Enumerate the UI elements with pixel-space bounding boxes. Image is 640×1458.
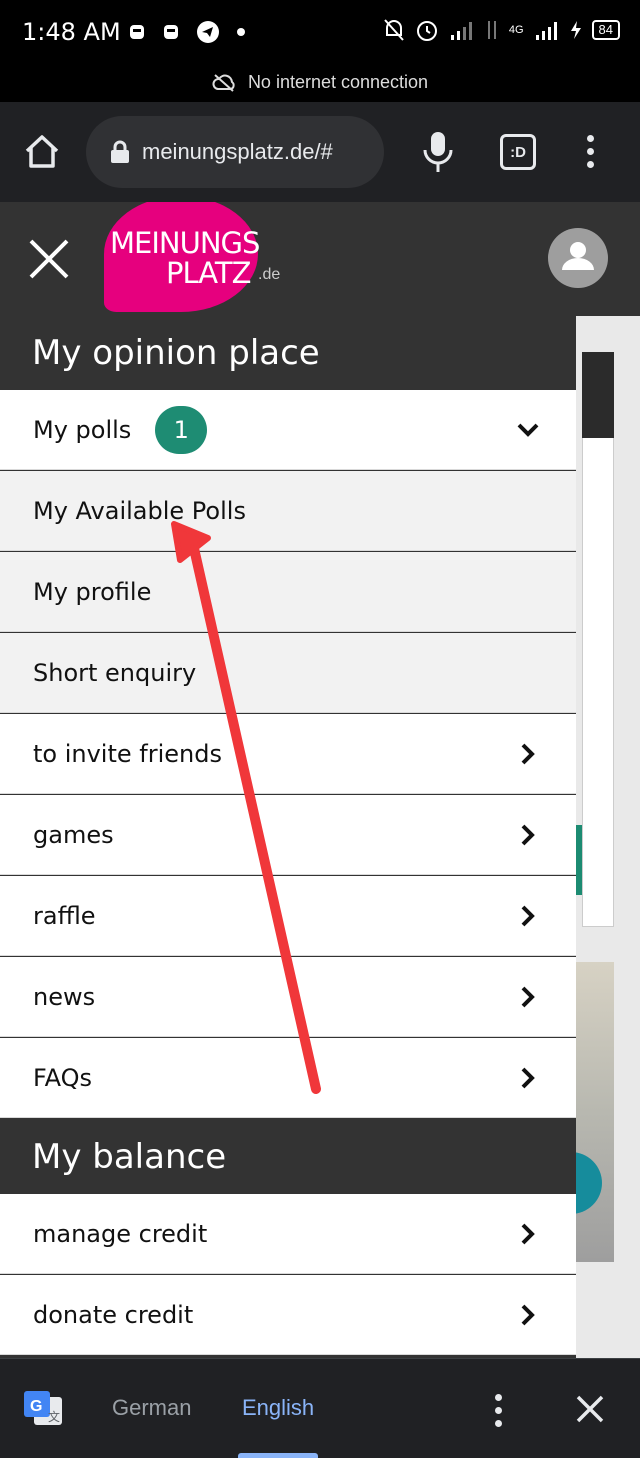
more-dot-icon: [586, 135, 594, 142]
home-icon[interactable]: [22, 132, 62, 172]
menu-item-manage-credit[interactable]: manage credit: [0, 1194, 576, 1274]
menu-item-faqs[interactable]: FAQs: [0, 1038, 576, 1118]
data-transfer-icon: [487, 21, 496, 39]
logo-suffix: .de: [258, 266, 281, 283]
translate-menu-button[interactable]: [488, 1391, 508, 1431]
menu-item-label: My profile: [33, 577, 152, 606]
menu-item-label: My polls: [33, 415, 132, 444]
menu-item-my-profile[interactable]: My profile: [0, 552, 576, 632]
meinungsplatz-logo[interactable]: MEINUNGS PLATZ .de: [104, 202, 280, 314]
menu-item-donate-credit[interactable]: donate credit: [0, 1275, 576, 1355]
menu-item-label: news: [33, 982, 96, 1011]
drawer-header: MEINUNGS PLATZ .de: [0, 202, 640, 316]
url-text: meinungsplatz.de/#: [142, 139, 333, 164]
menu-item-invite-friends[interactable]: to invite friends: [0, 714, 576, 794]
app-notification-icon: [130, 25, 144, 39]
more-dot-icon: [586, 148, 594, 155]
browser-menu-button[interactable]: [580, 132, 600, 172]
poll-count-badge: 1: [155, 405, 208, 454]
more-dot-icon: [494, 1394, 502, 1401]
system-icons: 4G 84: [383, 18, 620, 42]
browser-toolbar: meinungsplatz.de/# :D: [0, 102, 640, 202]
muted-bell-icon: [384, 19, 404, 41]
dot-icon: [237, 28, 245, 36]
menu-item-label: donate credit: [33, 1300, 194, 1329]
chevron-right-icon: [521, 1067, 535, 1089]
signal-icon: [450, 22, 472, 40]
microphone-icon[interactable]: [418, 130, 458, 174]
section-title-opinion-place: My opinion place: [0, 316, 576, 390]
connection-message: No internet connection: [247, 72, 429, 92]
svg-text:G: G: [30, 1398, 42, 1415]
menu-item-label: manage credit: [33, 1219, 208, 1248]
menu-item-my-polls[interactable]: My polls 1: [0, 390, 576, 470]
more-dot-icon: [494, 1420, 502, 1427]
chevron-right-icon: [521, 986, 535, 1008]
cloud-off-icon: [212, 73, 235, 92]
signal-icon: [535, 22, 557, 40]
logo-text-line1: MEINUNGS: [110, 226, 260, 260]
menu-item-label: Short enquiry: [33, 658, 197, 687]
translate-bar: G 文 German English: [0, 1358, 640, 1458]
tab-switcher-button[interactable]: :D: [500, 134, 536, 170]
active-language-indicator: [238, 1453, 318, 1458]
menu-item-raffle[interactable]: raffle: [0, 876, 576, 956]
address-bar[interactable]: meinungsplatz.de/#: [86, 116, 384, 188]
menu-item-label: to invite friends: [33, 739, 222, 768]
chevron-down-icon: [517, 423, 539, 437]
background-card: [582, 352, 614, 927]
background-image: [576, 962, 614, 1262]
chevron-right-icon: [521, 905, 535, 927]
menu-item-games[interactable]: games: [0, 795, 576, 875]
person-icon: [562, 242, 594, 270]
chevron-right-icon: [521, 824, 535, 846]
chevron-right-icon: [521, 743, 535, 765]
more-dot-icon: [494, 1407, 502, 1414]
lock-icon: [111, 140, 129, 163]
user-avatar-icon[interactable]: [548, 228, 608, 288]
status-bar: 1:48 AM 4G 84 No internet connection: [0, 0, 640, 102]
chevron-right-icon: [521, 1304, 535, 1326]
notification-icons: [128, 20, 246, 44]
app-notification-icon: [164, 25, 178, 39]
logo-text-line2: PLATZ: [166, 256, 251, 290]
network-type-label: 4G: [508, 24, 524, 36]
navigation-drawer: My opinion place My polls 1 My Available…: [0, 316, 576, 1358]
background-button: [576, 825, 582, 895]
close-translate-icon[interactable]: [574, 1393, 606, 1425]
google-translate-icon: G 文: [24, 1391, 62, 1425]
chevron-right-icon: [521, 1223, 535, 1245]
connection-banner: No internet connection: [0, 72, 640, 93]
telegram-icon: [197, 21, 219, 43]
web-page: MEINUNGS PLATZ .de My opinion place My p…: [0, 202, 640, 1358]
menu-item-available-polls[interactable]: My Available Polls: [0, 471, 576, 551]
menu-item-label: My Available Polls: [33, 496, 246, 525]
alarm-icon: [416, 21, 437, 41]
source-language-tab[interactable]: German: [112, 1395, 191, 1421]
menu-item-label: FAQs: [33, 1063, 92, 1092]
menu-item-news[interactable]: news: [0, 957, 576, 1037]
menu-item-label: games: [33, 820, 114, 849]
menu-item-short-enquiry[interactable]: Short enquiry: [0, 633, 576, 713]
status-time: 1:48 AM: [22, 18, 121, 46]
target-language-tab[interactable]: English: [242, 1395, 314, 1421]
svg-text:文: 文: [48, 1409, 60, 1424]
battery-level: 84: [591, 20, 620, 40]
background-card-header: [582, 352, 614, 438]
charging-icon: [570, 21, 581, 39]
section-title-balance: My balance: [0, 1120, 576, 1194]
close-icon[interactable]: [28, 238, 70, 280]
menu-item-label: raffle: [33, 901, 96, 930]
more-dot-icon: [586, 161, 594, 168]
